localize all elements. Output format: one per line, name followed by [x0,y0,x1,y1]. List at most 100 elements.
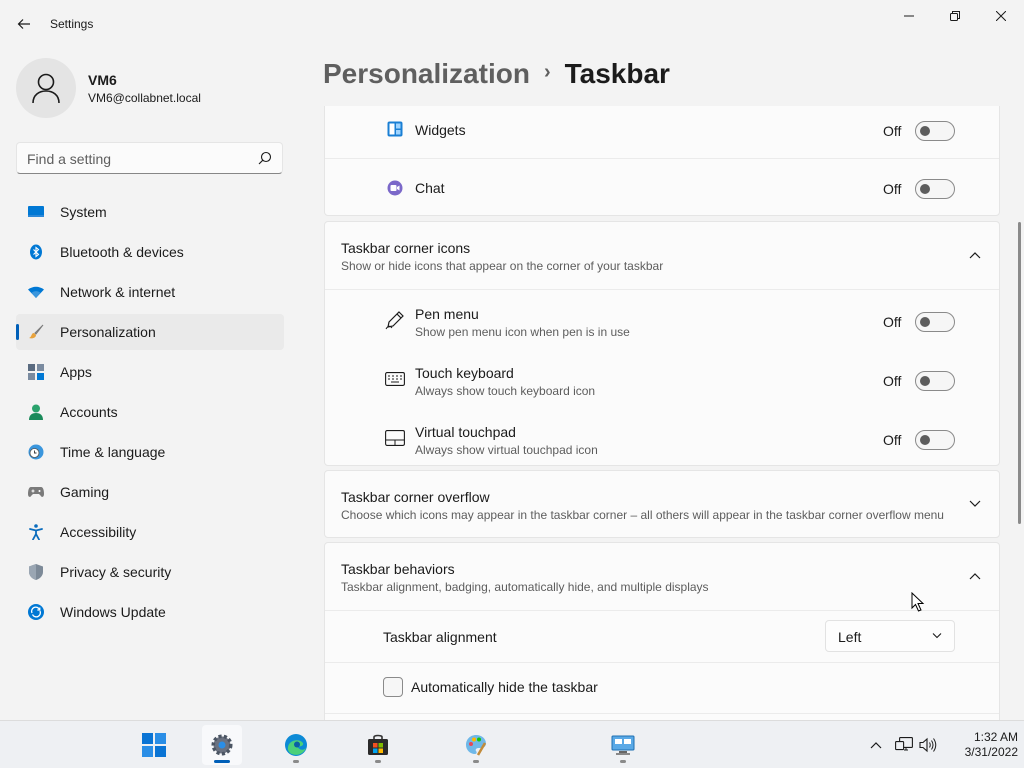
taskbar-edge-app[interactable] [276,725,316,765]
sidebar-item-gaming[interactable]: Gaming [16,474,284,510]
restore-button[interactable] [932,0,978,32]
sidebar-item-accessibility[interactable]: Accessibility [16,514,284,550]
running-indicator [620,760,626,763]
sidebar-item-windows-update[interactable]: Windows Update [16,594,284,630]
app-title: Settings [50,17,94,31]
sidebar-item-bluetooth[interactable]: Bluetooth & devices [16,234,284,270]
sidebar-item-label: Windows Update [60,604,166,620]
touchpad-icon [385,428,405,448]
page-title: Taskbar [564,58,670,89]
clock-time: 1:32 AM [973,730,1018,744]
person-icon [32,73,60,104]
chevron-up-icon[interactable] [969,249,981,261]
store-bag-icon [368,734,388,755]
toggle-knob [920,317,930,327]
taskbar-store-app[interactable] [358,725,398,765]
clock-date: 3/31/2022 [964,745,1018,759]
settings-content: Widgets Off Chat Off Taskbar corner icon… [324,106,1000,720]
back-arrow-icon [17,19,30,29]
search-placeholder: Find a setting [27,151,112,167]
pen-menu-row: Pen menu Show pen menu icon when pen is … [325,290,999,349]
sidebar-item-label: Accessibility [60,524,137,540]
taskbar-items-card: Widgets Off Chat Off [324,106,1000,216]
sidebar-item-label: Bluetooth & devices [60,244,184,260]
sidebar-item-system[interactable]: System [16,194,284,230]
pen-menu-state: Off [883,314,902,330]
wifi-icon [28,284,44,300]
corner-icons-header[interactable]: Taskbar corner icons Show or hide icons … [325,222,999,289]
touch-keyboard-description: Always show touch keyboard icon [415,384,596,398]
chevron-up-icon[interactable] [969,570,981,582]
volume-icon[interactable] [918,735,938,755]
breadcrumb: Personalization › Taskbar [323,58,670,90]
back-button[interactable] [10,10,38,38]
corner-overflow-card[interactable]: Taskbar corner overflow Choose which ico… [324,470,1000,538]
behaviors-card: Taskbar behaviors Taskbar alignment, bad… [324,542,1000,720]
active-indicator [214,760,230,763]
sidebar-item-label: Network & internet [60,284,176,300]
widgets-toggle[interactable] [915,121,955,141]
widgets-row: Widgets Off [325,106,999,157]
bluetooth-icon [28,244,44,260]
taskbar-paint-app[interactable] [456,725,496,765]
sidebar-item-accounts[interactable]: Accounts [16,394,284,430]
restore-icon [950,11,960,21]
apps-icon [28,364,44,380]
system-clock[interactable]: 1:32 AM 3/31/2022 [940,730,1018,760]
taskbar-settings-app[interactable] [202,725,242,765]
chat-label: Chat [415,180,445,196]
touch-keyboard-row: Touch keyboard Always show touch keyboar… [325,349,999,408]
pen-icon [385,310,405,330]
chevron-down-icon[interactable] [969,498,981,510]
breadcrumb-parent[interactable]: Personalization [323,58,530,89]
virtual-touchpad-state: Off [883,432,902,448]
sidebar-item-label: Personalization [60,324,156,340]
corner-overflow-title: Taskbar corner overflow [341,489,490,505]
sidebar-item-label: Gaming [60,484,110,500]
behaviors-description: Taskbar alignment, badging, automaticall… [341,580,709,594]
remote-desktop-icon [611,735,635,755]
search-input[interactable]: Find a setting [16,142,283,174]
running-indicator [473,760,479,763]
sidebar-item-label: System [60,204,107,220]
sidebar-item-privacy[interactable]: Privacy & security [16,554,284,590]
sidebar-item-label: Privacy & security [60,564,172,580]
taskbar: 1:32 AM 3/31/2022 [0,720,1024,768]
gamepad-icon [28,484,44,500]
brush-icon [28,324,44,340]
show-hidden-icons-chevron-icon[interactable] [866,735,886,755]
windows-logo-icon [142,733,166,757]
touch-keyboard-toggle[interactable] [915,371,955,391]
alignment-row: Taskbar alignment Left [325,611,999,662]
scrollbar[interactable] [1018,222,1021,524]
accessibility-icon [28,524,44,540]
close-icon [996,11,1006,21]
pen-menu-label: Pen menu [415,306,479,322]
alignment-dropdown[interactable]: Left [825,620,955,652]
autohide-checkbox[interactable] [383,677,403,697]
autohide-label[interactable]: Automatically hide the taskbar [411,679,598,695]
corner-icons-title: Taskbar corner icons [341,240,471,256]
system-icon [28,204,44,220]
virtual-touchpad-toggle[interactable] [915,430,955,450]
network-icon[interactable] [894,735,914,755]
minimize-button[interactable] [886,0,932,32]
taskbar-remote-desktop-app[interactable] [603,725,643,765]
virtual-touchpad-label: Virtual touchpad [415,424,516,440]
settings-gear-icon [211,734,233,756]
pen-menu-toggle[interactable] [915,312,955,332]
sidebar-item-network[interactable]: Network & internet [16,274,284,310]
clock-globe-icon [28,444,44,460]
chevron-down-icon [932,633,942,639]
update-icon [28,604,44,620]
behaviors-header[interactable]: Taskbar behaviors Taskbar alignment, bad… [325,543,999,610]
user-name: VM6 [88,72,117,88]
chat-toggle[interactable] [915,179,955,199]
sidebar-item-time-language[interactable]: Time & language [16,434,284,470]
sidebar-item-apps[interactable]: Apps [16,354,284,390]
sidebar-item-personalization[interactable]: Personalization [16,314,284,350]
close-button[interactable] [978,0,1024,32]
virtual-touchpad-description: Always show virtual touchpad icon [415,443,598,457]
accounts-icon [28,404,44,420]
start-button[interactable] [134,725,174,765]
